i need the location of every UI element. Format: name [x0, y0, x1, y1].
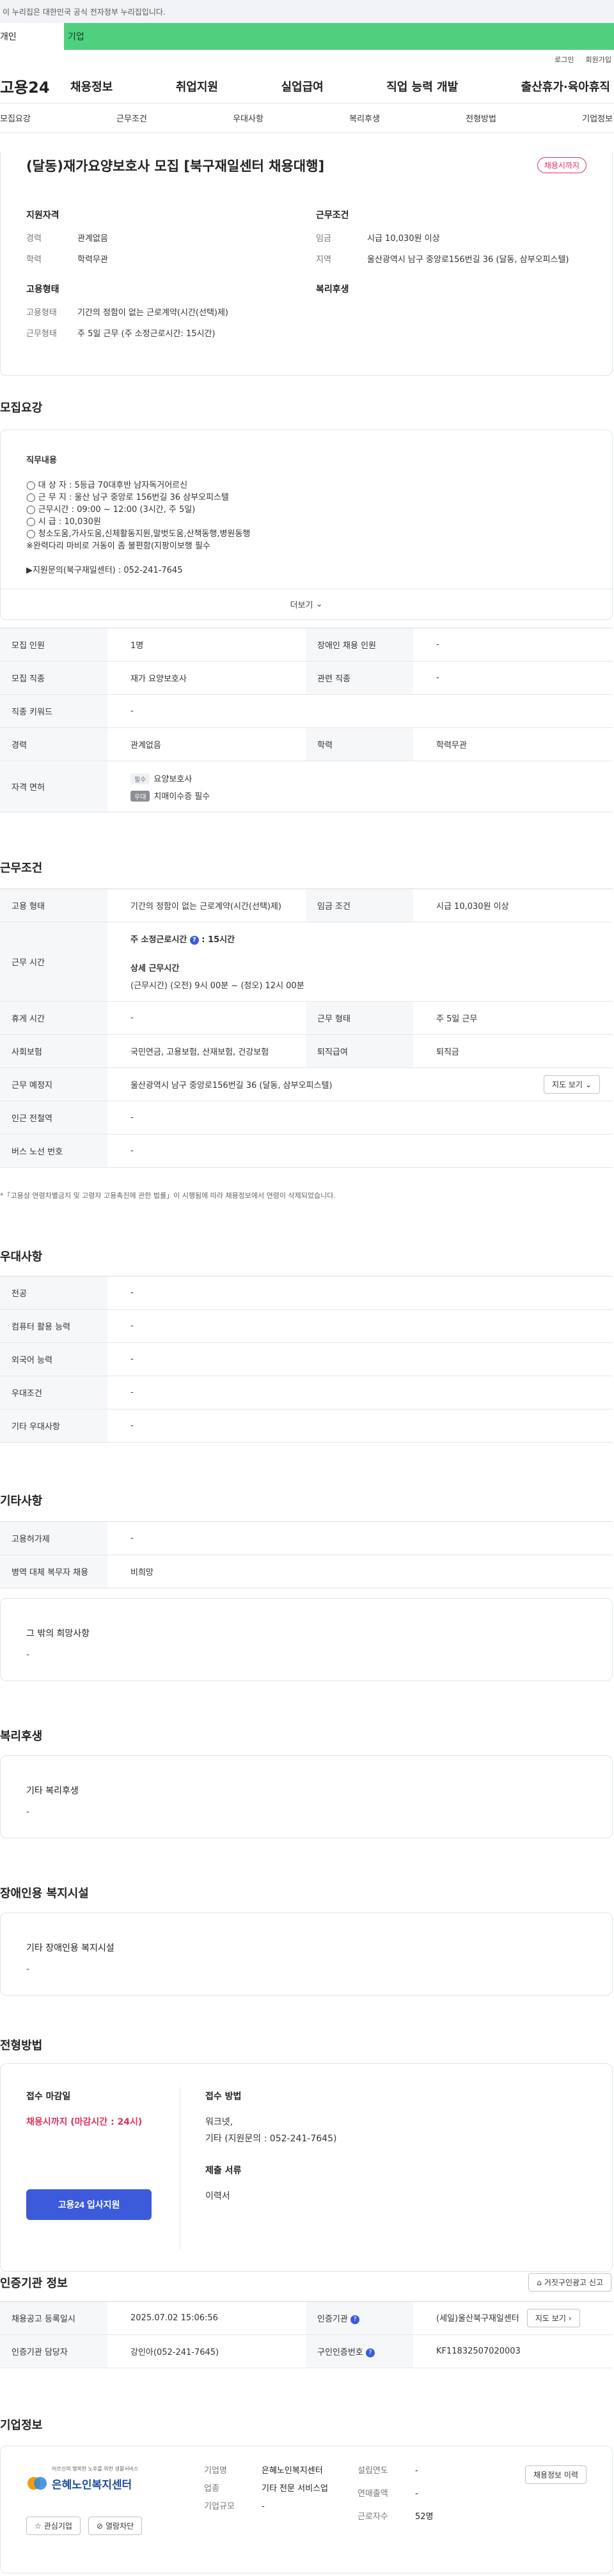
welfare-section-title: 복리후생 [0, 1730, 43, 1743]
license-preferred-chip: 우대 [130, 790, 150, 802]
work-table: 고용 형태 기간의 정함이 없는 근로계약(시간(선택)제) 임금 조건 시급 … [0, 888, 613, 1168]
nav-employment-support[interactable]: 취업지원 [176, 78, 218, 95]
cert-table: 채용공고 등록일시 2025.07.02 15:06:56 인증기관 ? (세일… [0, 2301, 613, 2368]
status-badge: 채용시까지 [537, 157, 586, 173]
main-nav: 고용24 채용정보 취업지원 실업급여 직업 능력 개발 출산휴가·육아휴직 [0, 69, 614, 104]
help-icon[interactable]: ? [350, 2315, 359, 2324]
help-icon[interactable]: ? [189, 935, 199, 945]
anchor-welfare[interactable]: 복리후생 [349, 112, 380, 124]
job-desc-line: ◯ 시 급 : 10,030원 [26, 517, 101, 527]
anchor-work[interactable]: 근무조건 [116, 112, 147, 124]
work-section-title: 근무조건 [0, 862, 43, 875]
deadline-value: 채용시까지 (마감시간 : 24시) [26, 2117, 143, 2127]
chevron-right-icon: › [568, 2313, 572, 2323]
recruit-table: 모집 인원 1명 장애인 채용 인원 - 모집 직종 재가 요양보호사 관련 직… [0, 628, 613, 812]
license-cell: 필수 요양보호사 우대 치매이수증 필수 [107, 761, 613, 812]
favorite-company-button[interactable]: ☆ 관심기업 [26, 2517, 81, 2535]
report-fake-ad-button[interactable]: ⌂ 거짓구인광고 신고 [528, 2273, 611, 2292]
nav-vocational-training[interactable]: 직업 능력 개발 [386, 78, 458, 95]
more-button[interactable]: 더보기 ⌄ [1, 589, 612, 619]
etc-table: 고용허가제 - 병역 대체 복무자 채용 비희망 [0, 1521, 613, 1588]
company-emblem-icon [28, 2477, 47, 2490]
disabled-facility-section-title: 장애인용 복지시설 [0, 1887, 89, 1900]
selection-section-title: 전형방법 [0, 2039, 43, 2052]
job-desc-line: ◯ 근 무 지 : 울산 남구 중앙로 156번길 36 삼부오피스텔 [26, 493, 229, 502]
recruit-section-title: 모집요강 [0, 401, 43, 415]
help-icon[interactable]: ? [365, 2348, 375, 2357]
license-required-chip: 필수 [130, 773, 150, 784]
job-desc-line: ◯ 대 상 자 : 5등급 70대후반 남자독거어르신 [26, 481, 188, 490]
gov-banner: 이 누리집은 대한민국 공식 전자정부 누리집입니다. [0, 0, 614, 23]
job-title: (달동)재가요양보호사 모집 [북구재일센터 채용대행] [26, 159, 325, 174]
company-info-right: 설립연도 - 연매출액 - 근로자수 52명 [358, 2466, 434, 2522]
etc-section-title: 기타사항 [0, 1494, 43, 1508]
job-desc-line: ◯ 근무시간 : 09:00 ~ 12:00 (3시간, 주 5일) [26, 505, 196, 515]
chevron-down-icon: ⌄ [315, 600, 323, 609]
nav-recruit[interactable]: 채용정보 [70, 78, 113, 95]
anchor-selection[interactable]: 전형방법 [466, 112, 496, 124]
disabled-facility-card: 기타 장애인용 복지시설 - [0, 1913, 613, 1996]
gov-banner-text: 이 누리집은 대한민국 공식 전자정부 누리집입니다. [3, 7, 166, 17]
company-logo: 어르신의 행복한 노후를 위한 생활서비스 은혜노인복지센터 [26, 2465, 154, 2493]
tab-company[interactable]: 기업 [64, 23, 614, 50]
selection-card: 접수 마감일 채용시까지 (마감시간 : 24시) 고용24 입사지원 접수 방… [0, 2063, 613, 2272]
anchor-preference[interactable]: 우대사항 [233, 112, 264, 124]
work-hours-cell: 주 소정근로시간 ? : 15시간 상세 근무시간 (근무시간) (오전) 9시… [107, 922, 613, 1002]
anchor-company[interactable]: 기업정보 [582, 112, 613, 124]
cert-map-button[interactable]: 지도 보기 › [526, 2309, 580, 2327]
recruit-history-button[interactable]: 채용정보 이력 [524, 2465, 586, 2484]
job-description-card: 직무내용 ◯ 대 상 자 : 5등급 70대후반 남자독거어르신 ◯ 근 무 지… [0, 430, 613, 620]
company-section-title: 기업정보 [0, 2419, 43, 2432]
employment-title: 고용형태 [26, 284, 59, 295]
login-link[interactable]: 로그인 [555, 54, 574, 65]
welfare-summary-title: 복리후생 [316, 284, 349, 295]
company-info-left: 기업명 은혜노인복지센터 업종 기타 전문 서비스업 기업규모 - [204, 2466, 328, 2511]
tab-personal[interactable]: 개인 [0, 23, 64, 50]
welfare-card: 기타 복리후생 - [0, 1755, 613, 1838]
work-summary-title: 근무조건 [316, 210, 349, 221]
util-links: 로그인 회원가입 [0, 50, 614, 69]
cert-section-title: 인증기관 정보 [0, 2277, 68, 2290]
home-icon: ⌂ [537, 2277, 542, 2287]
signup-link[interactable]: 회원가입 [586, 54, 611, 65]
main-menu: 채용정보 취업지원 실업급여 직업 능력 개발 출산휴가·육아휴직 [70, 78, 614, 95]
preference-section-title: 우대사항 [0, 1250, 43, 1264]
anchor-recruit[interactable]: 모집요강 [0, 112, 31, 124]
nav-unemployment-benefit[interactable]: 실업급여 [281, 78, 324, 95]
job-desc-line: ▶지원문의(북구재일센터) : 052-241-7645 [26, 566, 183, 575]
block-company-button[interactable]: ⊘ 열람차단 [88, 2517, 143, 2535]
chevron-down-icon: ⌄ [585, 1080, 592, 1089]
job-desc-line: ※완력다리 마비로 거동이 좀 불편함(지팡이보행 필수 [26, 541, 210, 551]
apply-button[interactable]: 고용24 입사지원 [26, 2189, 152, 2220]
other-wishes-card: 그 밖의 희망사항 - [0, 1598, 613, 1681]
job-summary-card: (달동)재가요양보호사 모집 [북구재일센터 채용대행] 채용시까지 지원자격 … [0, 152, 613, 376]
map-view-button[interactable]: 지도 보기 ⌄ [543, 1075, 600, 1094]
star-icon: ☆ [35, 2521, 42, 2531]
qualification-title: 지원자격 [26, 210, 59, 221]
preference-table: 전공 - 컴퓨터 활용 능력 - 외국어 능력 - 우대조건 - 기타 우대사항 - [0, 1276, 613, 1443]
age-law-note: *「고용상 연령차별금지 및 고령자 고용촉진에 관한 법률」이 시행됨에 따라… [0, 1191, 336, 1200]
site-logo[interactable]: 고용24 [0, 75, 70, 97]
work-location: 울산광역시 남구 중앙로156번길 36 (달동, 삼부오피스텔) [130, 1081, 333, 1090]
job-desc-title: 직무내용 [26, 456, 57, 465]
company-card: 어르신의 행복한 노후를 위한 생활서비스 은혜노인복지센터 ☆ 관심기업 ⊘ 열람… [0, 2446, 613, 2573]
block-icon: ⊘ [96, 2521, 103, 2531]
section-anchor-nav: 모집요강 근무조건 우대사항 복리후생 전형방법 기업정보 [0, 104, 614, 133]
nav-parental-leave[interactable]: 출산휴가·육아휴직 [521, 78, 610, 95]
job-desc-line: ◯ 청소도움,가사도움,신체활동지원,말벗도움,산책동행,병원동행 [26, 529, 251, 539]
top-tabs: 개인 기업 [0, 23, 614, 50]
